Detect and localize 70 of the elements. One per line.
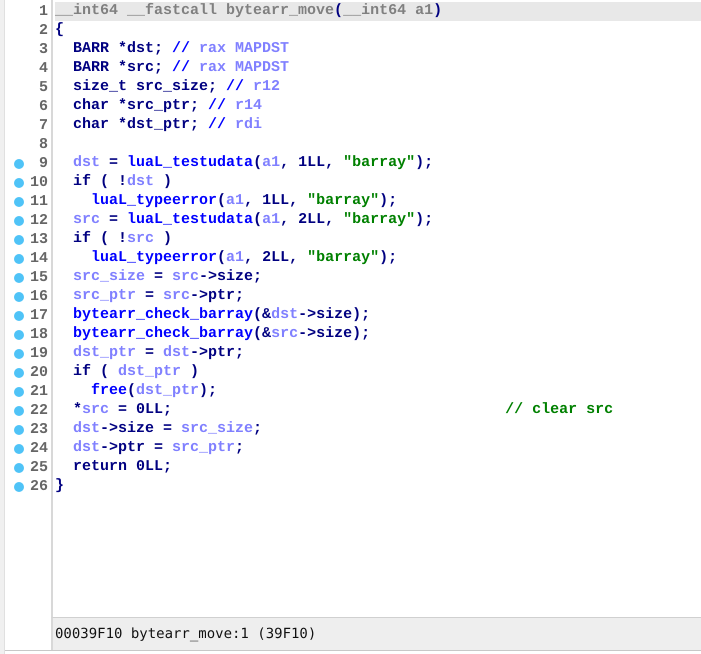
code-line: if ( !src ) bbox=[72, 230, 174, 249]
code-line: BARR *src; // rax MAPDST bbox=[72, 59, 290, 78]
code-line: BARR *dst; // rax MAPDST bbox=[72, 40, 290, 59]
code-line: dst = luaL_testudata(a1, 1LL, "barray"); bbox=[72, 154, 434, 173]
breakpoint-icon[interactable] bbox=[14, 196, 24, 206]
line-number: 13 bbox=[30, 231, 48, 248]
breakpoint-icon[interactable] bbox=[14, 406, 24, 416]
line-number: 16 bbox=[30, 288, 48, 305]
line-number: 21 bbox=[30, 383, 48, 400]
breakpoint-icon[interactable] bbox=[14, 310, 24, 320]
line-number: 26 bbox=[30, 478, 48, 495]
breakpoint-icon[interactable] bbox=[14, 272, 24, 282]
code-line: dst->size = src_size; bbox=[72, 420, 264, 439]
line-number: 12 bbox=[30, 212, 48, 229]
code-line: __int64 __fastcall bytearr_move(__int64 a1) bbox=[55, 2, 444, 21]
code-line: char *dst_ptr; // rdi bbox=[72, 116, 264, 135]
breakpoint-icon[interactable] bbox=[14, 386, 24, 396]
code-line: char *src_ptr; // r14 bbox=[72, 97, 264, 116]
line-number: 24 bbox=[30, 440, 48, 457]
line-number: 10 bbox=[30, 174, 48, 191]
line-number: 14 bbox=[30, 250, 48, 267]
line-number: 5 bbox=[38, 79, 48, 96]
code-line: bytearr_check_barray(&src->size); bbox=[72, 325, 372, 344]
breakpoint-icon[interactable] bbox=[14, 292, 24, 302]
status-text: 00039F10 bytearr_move:1 (39F10) bbox=[55, 626, 316, 642]
line-number: 4 bbox=[38, 60, 48, 77]
breakpoint-icon[interactable] bbox=[14, 254, 24, 264]
line-number: 25 bbox=[30, 459, 48, 476]
line-number: 17 bbox=[30, 307, 48, 324]
breakpoint-icon[interactable] bbox=[14, 330, 24, 340]
line-number: 18 bbox=[30, 326, 48, 343]
line-number: 23 bbox=[30, 421, 48, 438]
code-line: src_size = src->size; bbox=[72, 268, 264, 287]
line-number: 19 bbox=[30, 345, 48, 362]
code-line: return 0LL; bbox=[72, 458, 174, 477]
code-line: src = luaL_testudata(a1, 2LL, "barray"); bbox=[72, 211, 434, 230]
code-line: { bbox=[55, 21, 66, 40]
code-line: dst->ptr = src_ptr; bbox=[72, 439, 246, 458]
breakpoint-icon[interactable] bbox=[14, 424, 24, 434]
line-number: 11 bbox=[30, 193, 48, 210]
breakpoint-icon[interactable] bbox=[14, 234, 24, 244]
breakpoint-icon[interactable] bbox=[14, 348, 24, 358]
code-line: *src = 0LL; // clear src bbox=[72, 401, 614, 420]
code-line: src_ptr = src->ptr; bbox=[72, 287, 246, 306]
line-number: 7 bbox=[38, 117, 48, 134]
breakpoint-icon[interactable] bbox=[14, 158, 24, 168]
code-line: luaL_typeerror(a1, 2LL, "barray"); bbox=[90, 249, 398, 268]
code-line: bytearr_check_barray(&dst->size); bbox=[72, 306, 372, 325]
code-line: free(dst_ptr); bbox=[90, 382, 218, 401]
line-number: 3 bbox=[38, 41, 48, 58]
breakpoint-icon[interactable] bbox=[14, 482, 24, 492]
code-line: if ( !dst ) bbox=[72, 173, 174, 192]
code-line: } bbox=[55, 477, 66, 496]
breakpoint-icon[interactable] bbox=[14, 462, 24, 472]
line-number: 8 bbox=[38, 136, 48, 153]
line-number: 1 bbox=[38, 3, 48, 20]
line-number: 22 bbox=[30, 402, 48, 419]
line-number: 6 bbox=[38, 98, 48, 115]
breakpoint-icon[interactable] bbox=[14, 444, 24, 454]
code-line: size_t src_size; // r12 bbox=[72, 78, 282, 97]
code-line: dst_ptr = dst->ptr; bbox=[72, 344, 246, 363]
code-line: if ( dst_ptr ) bbox=[72, 363, 200, 382]
breakpoint-icon[interactable] bbox=[14, 178, 24, 188]
line-number: 2 bbox=[38, 22, 48, 39]
code-line: luaL_typeerror(a1, 1LL, "barray"); bbox=[90, 192, 398, 211]
breakpoint-icon[interactable] bbox=[14, 368, 24, 378]
line-number: 9 bbox=[38, 155, 48, 172]
breakpoint-icon[interactable] bbox=[14, 216, 24, 226]
line-number: 15 bbox=[30, 269, 48, 286]
line-number: 20 bbox=[30, 364, 48, 381]
